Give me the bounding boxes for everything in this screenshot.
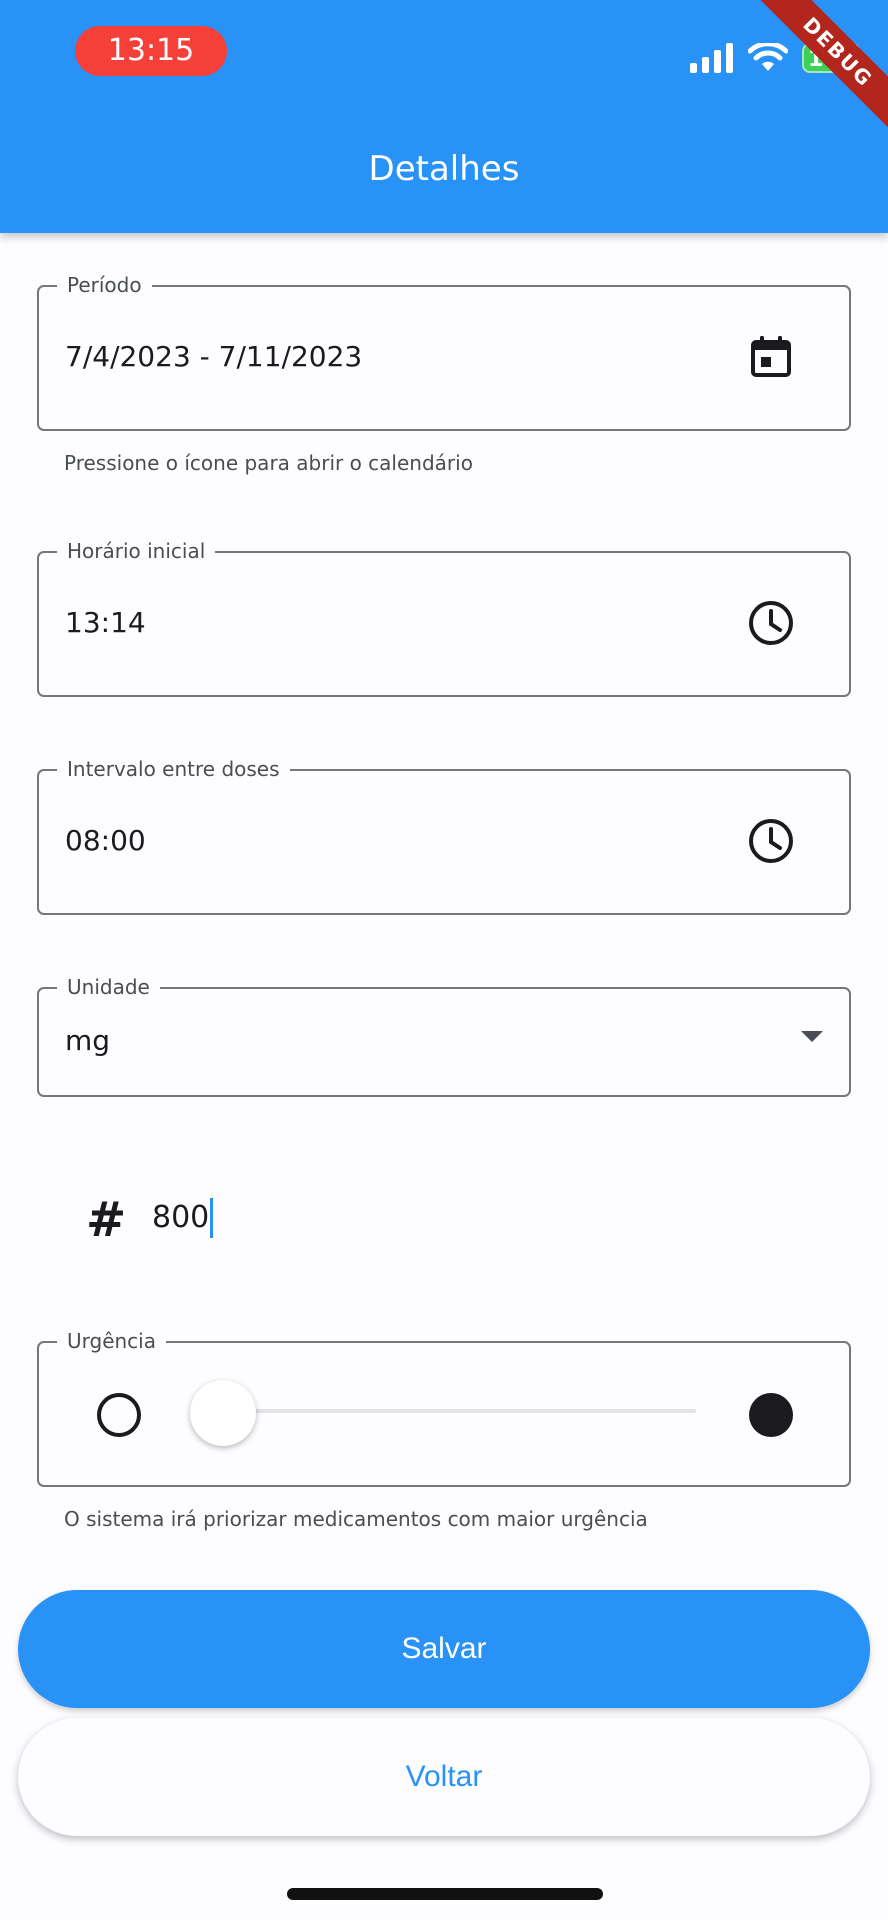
unit-dropdown[interactable]: Unidade mg: [37, 973, 851, 1097]
interval-value: 08:00: [65, 824, 146, 857]
dose-value: 800: [152, 1200, 210, 1235]
clock-icon[interactable]: [747, 599, 795, 647]
period-helper-text: Pressione o ícone para abrir o calendári…: [64, 451, 473, 475]
page-title: Detalhes: [368, 149, 520, 189]
period-field[interactable]: Período 7/4/2023 - 7/11/2023: [37, 271, 851, 431]
wifi-icon: [748, 43, 788, 71]
start-time-field[interactable]: Horário inicial 13:14: [37, 537, 851, 697]
signal-icon: [690, 43, 733, 73]
calendar-icon[interactable]: [747, 333, 795, 381]
app-bar: 13:15 100 Detalhes: [0, 0, 888, 233]
urgency-field: Urgência: [37, 1327, 851, 1487]
period-value: 7/4/2023 - 7/11/2023: [65, 340, 363, 373]
screen: 13:15 100 Detalhes DEBUG Período 7/4/202…: [0, 0, 888, 1920]
clock-icon[interactable]: [747, 817, 795, 865]
status-time: 13:15: [75, 26, 227, 76]
hash-icon: #: [86, 1192, 127, 1248]
text-cursor: [210, 1198, 214, 1238]
urgency-slider-thumb[interactable]: [190, 1380, 256, 1446]
urgency-helper-text: O sistema irá priorizar medicamentos com…: [64, 1507, 648, 1531]
home-indicator: [287, 1888, 603, 1900]
start-time-value: 13:14: [65, 606, 146, 639]
dose-input[interactable]: 800: [152, 1198, 214, 1238]
circle-filled-icon: [749, 1393, 793, 1437]
urgency-slider-track[interactable]: [222, 1409, 696, 1413]
circle-outline-icon: [97, 1393, 141, 1437]
urgency-label: Urgência: [57, 1327, 166, 1355]
interval-field[interactable]: Intervalo entre doses 08:00: [37, 755, 851, 915]
save-button[interactable]: Salvar: [18, 1590, 870, 1708]
start-time-label: Horário inicial: [57, 537, 216, 565]
back-button[interactable]: Voltar: [18, 1718, 870, 1836]
unit-label: Unidade: [57, 973, 160, 1001]
period-label: Período: [57, 271, 152, 299]
interval-label: Intervalo entre doses: [57, 755, 290, 783]
unit-value: mg: [65, 1024, 111, 1057]
dropdown-arrow-icon[interactable]: [797, 1021, 827, 1051]
